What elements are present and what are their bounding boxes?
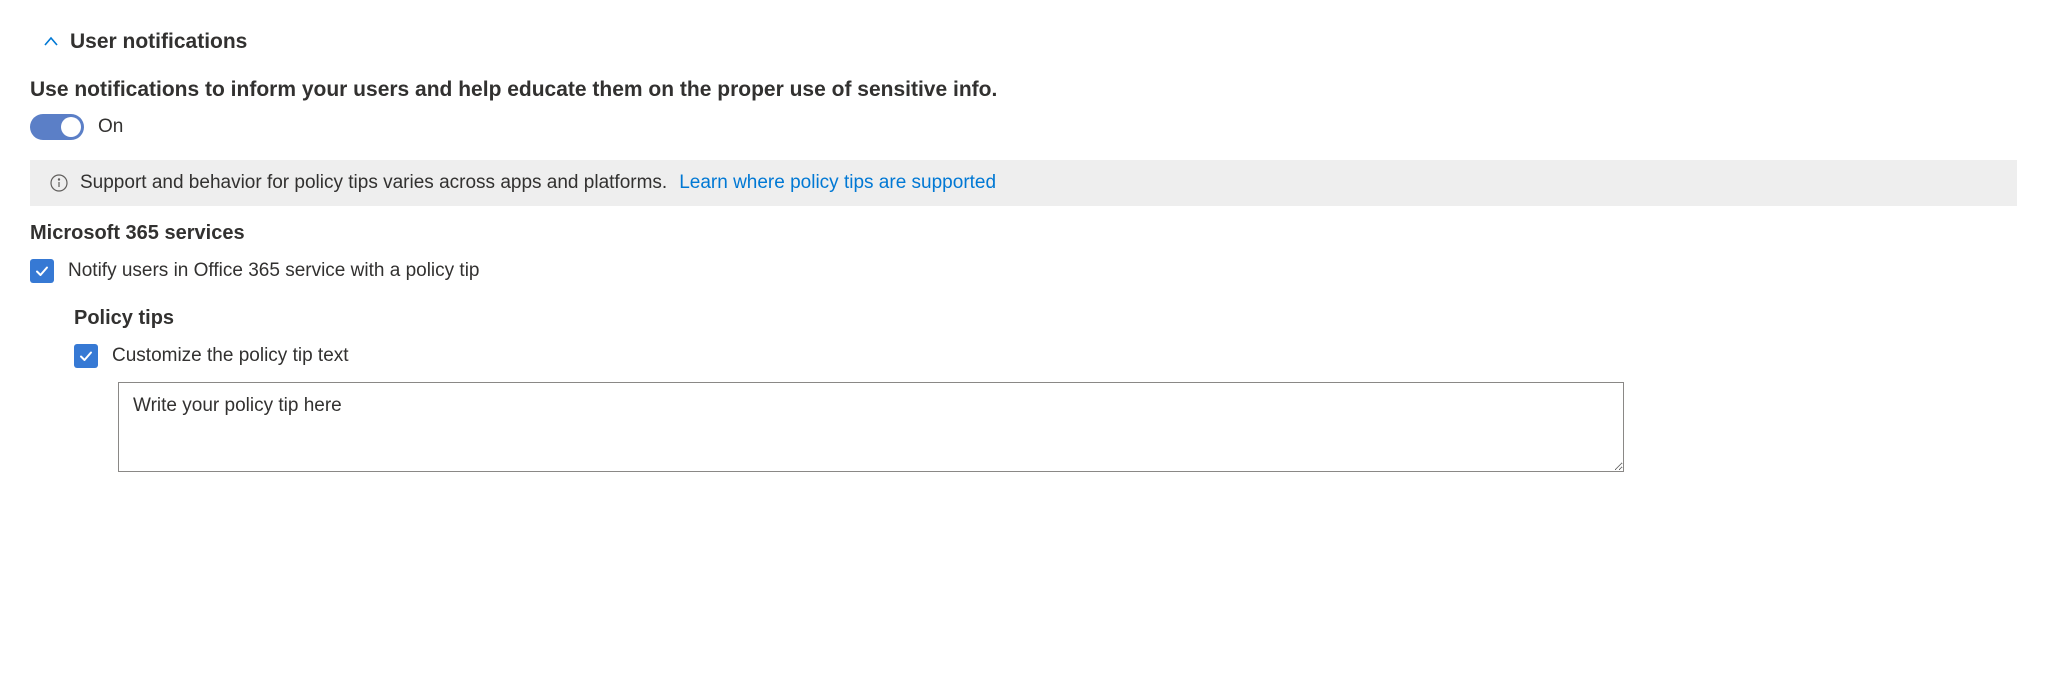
policy-tip-textarea[interactable] [118, 382, 1624, 472]
info-text: Support and behavior for policy tips var… [80, 172, 667, 194]
section-description: Use notifications to inform your users a… [30, 78, 2017, 102]
customize-tip-label: Customize the policy tip text [112, 345, 349, 367]
notifications-toggle-row: On [30, 114, 2017, 140]
info-bar: Support and behavior for policy tips var… [30, 160, 2017, 206]
customize-tip-checkbox[interactable] [74, 344, 98, 368]
section-header[interactable]: User notifications [30, 30, 2017, 54]
toggle-state-label: On [98, 116, 123, 138]
info-icon [50, 174, 68, 192]
section-title: User notifications [70, 30, 247, 54]
notifications-toggle[interactable] [30, 114, 84, 140]
notify-users-row: Notify users in Office 365 service with … [30, 259, 2017, 283]
toggle-knob [61, 117, 81, 137]
customize-tip-row: Customize the policy tip text [74, 344, 2017, 368]
info-link[interactable]: Learn where policy tips are supported [679, 172, 996, 194]
m365-services-title: Microsoft 365 services [30, 222, 2017, 245]
policy-tips-title: Policy tips [74, 307, 2017, 330]
notify-users-checkbox[interactable] [30, 259, 54, 283]
notify-users-label: Notify users in Office 365 service with … [68, 260, 480, 282]
chevron-up-icon [42, 33, 60, 51]
